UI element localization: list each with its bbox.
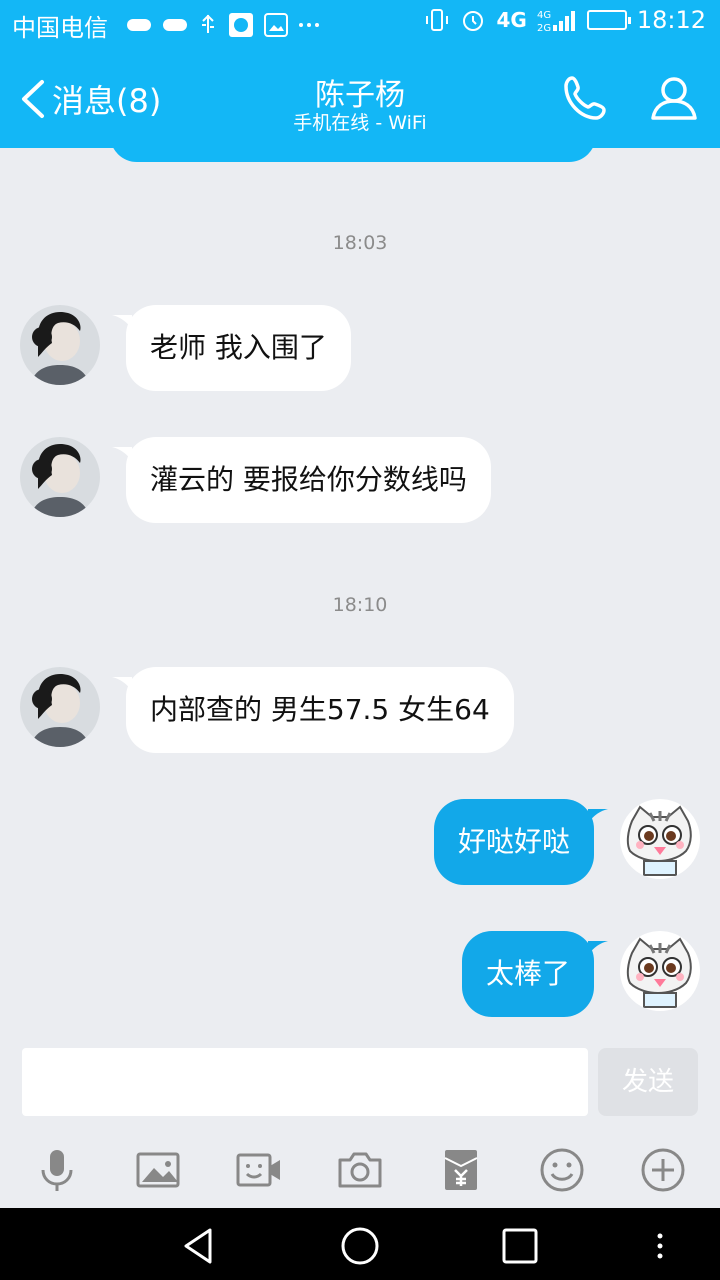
svg-text:2G: 2G	[537, 23, 551, 33]
input-bar: 发送	[0, 1042, 720, 1132]
message-input[interactable]	[22, 1048, 588, 1116]
more-button[interactable]	[635, 1142, 691, 1198]
notification-badge-icon	[163, 19, 187, 31]
microphone-icon	[41, 1150, 73, 1191]
phone-icon[interactable]	[560, 72, 612, 124]
vibrate-icon	[426, 9, 449, 31]
timestamp: 18:10	[332, 594, 388, 616]
emoji-icon	[540, 1148, 584, 1192]
svg-text:4G: 4G	[537, 10, 551, 21]
camera-icon	[338, 1152, 382, 1188]
voice-button[interactable]	[29, 1142, 85, 1198]
online-status: 手机在线 - WiFi	[293, 112, 427, 134]
recents-nav-icon[interactable]	[498, 1224, 542, 1268]
status-right: 4G 4G 2G 18:12	[424, 6, 706, 34]
picture-icon	[136, 1152, 180, 1188]
message-bubble[interactable]: 内部查的 男生57.5 女生64	[126, 667, 514, 753]
bubble-tail	[588, 941, 608, 955]
back-nav-icon[interactable]	[178, 1224, 222, 1268]
chat-toolbar	[0, 1132, 720, 1208]
previous-message-bubble	[110, 148, 596, 162]
video-button[interactable]	[231, 1142, 287, 1198]
bubble-tail	[588, 809, 608, 823]
avatar[interactable]	[20, 437, 100, 517]
message-bubble-outgoing[interactable]: 太棒了	[461, 931, 594, 1017]
title-bar: 消息(8) 陈子杨 手机在线 - WiFi	[0, 48, 720, 148]
signal-icon: 4G2G	[537, 10, 575, 33]
message-bubble[interactable]: 灌云的 要报给你分数线吗	[126, 437, 491, 523]
photo-button[interactable]	[130, 1142, 186, 1198]
plus-icon	[641, 1148, 685, 1192]
send-button[interactable]: 发送	[598, 1048, 698, 1116]
timestamp: 18:03	[332, 232, 388, 254]
chat-area[interactable]: 18:03 老师 我入围了 灌云的 要报给你分数线吗 18:10 内部查的 男生…	[0, 148, 720, 1042]
usb-icon	[202, 14, 214, 33]
image-icon	[264, 13, 288, 37]
my-avatar[interactable]	[620, 931, 700, 1011]
profile-icon[interactable]	[648, 72, 700, 124]
avatar[interactable]	[20, 305, 100, 385]
home-nav-icon[interactable]	[338, 1224, 382, 1268]
video-icon	[236, 1153, 280, 1187]
red-packet-button[interactable]	[433, 1142, 489, 1198]
status-bar: 中国电信 4G 4G 2G 18:12	[0, 0, 720, 48]
avatar[interactable]	[20, 667, 100, 747]
carrier-name: 中国电信	[12, 14, 108, 42]
notification-badge-icon	[127, 19, 151, 31]
message-bubble-outgoing[interactable]: 好哒好哒	[433, 799, 594, 885]
message-bubble[interactable]: 老师 我入围了	[126, 305, 351, 391]
navigation-bar	[0, 1208, 720, 1280]
network-type: 4G	[496, 8, 527, 32]
alarm-icon	[463, 11, 484, 31]
red-packet-icon	[444, 1150, 478, 1190]
more-icon	[299, 23, 319, 27]
clock: 18:12	[636, 6, 706, 34]
notification-icons	[126, 12, 320, 38]
my-avatar[interactable]	[620, 799, 700, 879]
camera-button[interactable]	[332, 1142, 388, 1198]
emoji-button[interactable]	[534, 1142, 590, 1198]
app-icon	[229, 13, 253, 37]
menu-nav-icon[interactable]	[638, 1224, 682, 1268]
battery-icon	[586, 10, 631, 30]
